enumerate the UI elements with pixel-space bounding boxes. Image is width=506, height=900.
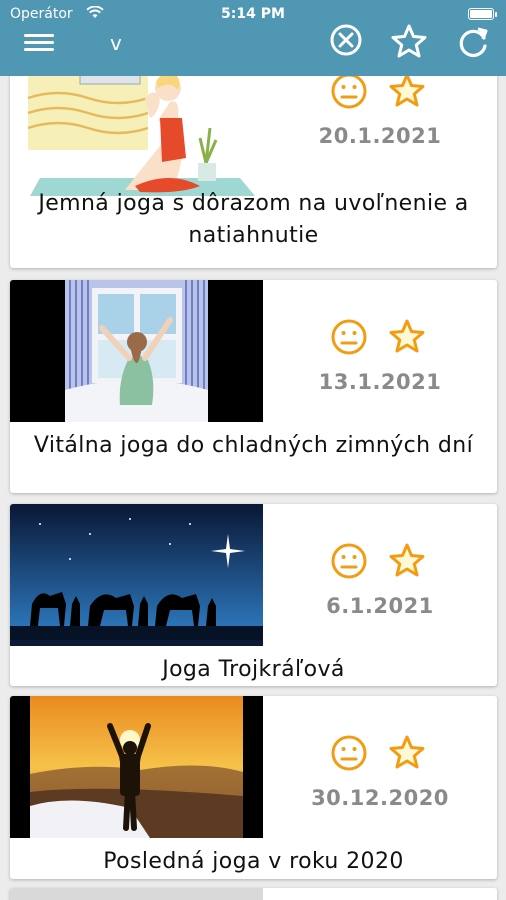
list-item[interactable]: 13.1.2021 Vitálna joga do chladných zimn…: [10, 280, 497, 493]
item-date: 30.12.2020: [311, 786, 449, 810]
item-meta: 13.1.2021: [263, 280, 497, 422]
neutral-face-icon[interactable]: [330, 542, 368, 580]
item-title: Joga Trojkráľová: [162, 657, 345, 682]
favorites-star-icon[interactable]: [389, 24, 429, 64]
star-icon[interactable]: [388, 542, 426, 580]
video-thumbnail[interactable]: [10, 504, 263, 646]
item-meta: 6.1.2021: [263, 504, 497, 646]
item-meta: 20.1.2021: [263, 76, 497, 200]
item-date: 6.1.2021: [326, 594, 434, 618]
search-input[interactable]: [110, 28, 310, 58]
clear-search-icon[interactable]: [326, 24, 366, 64]
menu-icon[interactable]: [24, 30, 54, 56]
list-item[interactable]: [10, 888, 497, 900]
video-list: 20.1.2021 Jemná joga s dôrazom na uvoľne…: [0, 76, 506, 900]
item-date: 13.1.2021: [318, 370, 442, 394]
item-title: Jemná joga s dôrazom na uvoľnenie a nati…: [38, 191, 469, 248]
video-thumbnail[interactable]: [10, 280, 263, 422]
toolbar: [0, 24, 506, 76]
list-item[interactable]: 30.12.2020 Posledná joga v roku 2020: [10, 696, 497, 879]
list-item[interactable]: 6.1.2021 Joga Trojkráľová: [10, 504, 497, 686]
list-item[interactable]: 20.1.2021 Jemná joga s dôrazom na uvoľne…: [10, 76, 497, 268]
star-icon[interactable]: [388, 76, 426, 110]
battery-icon: [468, 8, 497, 20]
clock: 5:14 PM: [221, 6, 285, 22]
item-date: 20.1.2021: [318, 124, 442, 148]
star-icon[interactable]: [388, 318, 426, 356]
status-bar: Operátor 5:14 PM: [0, 4, 506, 26]
item-title: Posledná joga v roku 2020: [103, 849, 404, 874]
item-title: Vitálna joga do chladných zimných dní: [33, 433, 474, 458]
refresh-icon[interactable]: [454, 24, 494, 64]
video-thumbnail[interactable]: [10, 888, 263, 900]
item-meta: 30.12.2020: [263, 696, 497, 838]
neutral-face-icon[interactable]: [330, 318, 368, 356]
video-thumbnail[interactable]: [10, 696, 263, 838]
app-header: Operátor 5:14 PM: [0, 0, 506, 76]
video-thumbnail[interactable]: [10, 76, 263, 200]
neutral-face-icon[interactable]: [330, 734, 368, 772]
star-icon[interactable]: [388, 734, 426, 772]
neutral-face-icon[interactable]: [330, 76, 368, 110]
